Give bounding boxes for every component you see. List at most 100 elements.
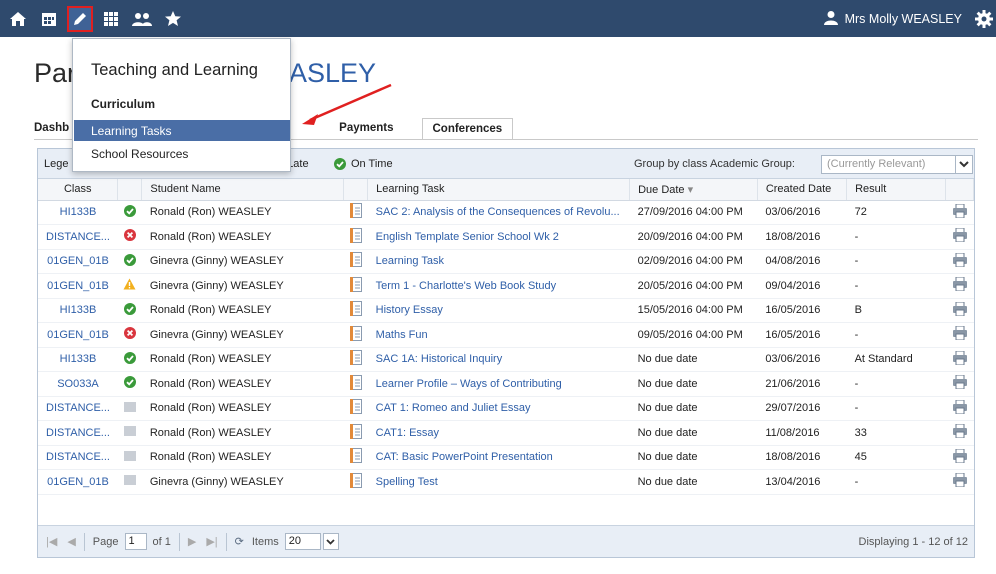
row-task-link[interactable]: History Essay	[367, 298, 630, 323]
row-task-link[interactable]: Learning Task	[367, 249, 630, 274]
items-per-page-select[interactable]: 20	[284, 533, 321, 550]
document-icon	[343, 224, 368, 250]
col-student-name[interactable]: Student Name	[141, 179, 345, 201]
table-row[interactable]: DISTANCE... Ronald (Ron) WEASLEY CAT1: Ess…	[38, 420, 974, 446]
table-row[interactable]: DISTANCE... Ronald (Ron) WEASLEY CAT 1: Ro…	[38, 396, 974, 421]
document-icon	[343, 420, 368, 446]
print-icon[interactable]	[945, 322, 974, 348]
document-icon	[343, 371, 368, 397]
row-task-link[interactable]: SAC 1A: Historical Inquiry	[367, 347, 630, 372]
row-class[interactable]: DISTANCE...	[38, 224, 118, 250]
table-row[interactable]: HI133B Ronald (Ron) WEASLEY SAC 1A: Histor…	[38, 347, 974, 372]
row-result: At Standard	[846, 347, 946, 372]
row-due-date: No due date	[629, 347, 758, 372]
row-task-link[interactable]: SAC 2: Analysis of the Consequences of R…	[367, 200, 630, 225]
row-task-link[interactable]: English Template Senior School Wk 2	[367, 224, 630, 250]
page-label: Page	[92, 535, 119, 548]
no-status-icon	[117, 396, 142, 421]
table-row[interactable]: 01GEN_01B Ginevra (Ginny) WEASLEY Spelling…	[38, 469, 974, 495]
star-icon[interactable]	[160, 6, 186, 32]
print-icon[interactable]	[945, 200, 974, 225]
col-result[interactable]: Result	[846, 179, 947, 201]
row-due-date: No due date	[629, 396, 758, 421]
table-row[interactable]: SO033A Ronald (Ron) WEASLEY Learner Profil…	[38, 371, 974, 397]
print-icon[interactable]	[945, 420, 974, 446]
print-icon[interactable]	[945, 347, 974, 372]
pencil-icon[interactable]	[67, 5, 93, 32]
document-icon	[343, 469, 368, 495]
first-page-icon[interactable]: |◀	[46, 535, 57, 548]
row-class[interactable]: DISTANCE...	[38, 445, 118, 470]
next-page-icon[interactable]: ▶	[188, 535, 196, 548]
col-due-date-label: Due Date	[638, 183, 685, 196]
row-class[interactable]: 01GEN_01B	[38, 469, 118, 495]
tab-conferences[interactable]: Conferences	[421, 118, 514, 140]
people-icon[interactable]	[129, 6, 155, 32]
table-row[interactable]: HI133B Ronald (Ron) WEASLEY SAC 2: Analysi…	[38, 200, 974, 225]
grid-icon[interactable]	[98, 6, 124, 32]
row-result: -	[846, 469, 946, 495]
row-created-date: 03/06/2016	[757, 200, 847, 225]
row-task-link[interactable]: CAT 1: Romeo and Juliet Essay	[367, 396, 630, 421]
row-class[interactable]: HI133B	[38, 347, 118, 372]
row-class[interactable]: DISTANCE...	[38, 420, 118, 446]
row-task-link[interactable]: Maths Fun	[367, 322, 630, 348]
print-icon[interactable]	[945, 371, 974, 397]
prev-page-icon[interactable]: ◀	[67, 535, 75, 548]
col-learning-task[interactable]: Learning Task	[367, 179, 631, 201]
row-created-date: 16/05/2016	[757, 322, 847, 348]
table-row[interactable]: DISTANCE... Ronald (Ron) WEASLEY CAT: Basi…	[38, 445, 974, 470]
items-label: Items	[251, 535, 279, 548]
last-page-icon[interactable]: ▶|	[206, 535, 217, 548]
chevron-down-icon[interactable]	[955, 156, 972, 173]
home-icon[interactable]	[5, 6, 31, 32]
row-class[interactable]: SO033A	[38, 371, 118, 397]
table-row[interactable]: DISTANCE... Ronald (Ron) WEASLEY English T…	[38, 224, 974, 250]
table-row[interactable]: 01GEN_01B Ginevra (Ginny) WEASLEY Maths Fu…	[38, 322, 974, 348]
row-created-date: 13/04/2016	[757, 469, 847, 495]
table-row[interactable]: HI133B Ronald (Ron) WEASLEY History Essay 1…	[38, 298, 974, 323]
print-icon[interactable]	[945, 273, 974, 299]
menu-item-learning-tasks[interactable]: Learning Tasks	[74, 120, 290, 141]
col-class[interactable]: Class	[38, 179, 119, 201]
table-row[interactable]: 01GEN_01B Ginevra (Ginny) WEASLEY Learning…	[38, 249, 974, 274]
document-icon	[343, 200, 368, 225]
page-number-input[interactable]: 1	[124, 533, 147, 550]
row-task-link[interactable]: Spelling Test	[367, 469, 630, 495]
display-count: Displaying 1 - 12 of 12	[858, 535, 968, 548]
row-class[interactable]: HI133B	[38, 298, 118, 323]
print-icon[interactable]	[945, 249, 974, 274]
row-class[interactable]: 01GEN_01B	[38, 322, 118, 348]
print-icon[interactable]	[945, 224, 974, 250]
calendar-icon[interactable]	[36, 6, 62, 32]
gear-icon[interactable]	[974, 9, 994, 29]
items-per-page-value: 20	[288, 535, 302, 547]
row-due-date: 09/05/2016 04:00 PM	[629, 322, 758, 348]
row-result: -	[846, 371, 946, 397]
chevron-down-icon[interactable]	[322, 533, 339, 550]
print-icon[interactable]	[945, 469, 974, 495]
sort-desc-icon: ▾	[687, 183, 694, 196]
col-created-date[interactable]: Created Date	[757, 179, 848, 201]
group-by-class-toggle[interactable]: Group by class	[634, 158, 707, 170]
row-task-link[interactable]: CAT1: Essay	[367, 420, 630, 446]
refresh-icon[interactable]: ⟳	[235, 535, 244, 548]
row-task-link[interactable]: Term 1 - Charlotte's Web Book Study	[367, 273, 630, 299]
ontime-icon	[117, 347, 142, 372]
row-task-link[interactable]: Learner Profile – Ways of Contributing	[367, 371, 630, 397]
row-class[interactable]: 01GEN_01B	[38, 249, 118, 274]
menu-item-school-resources[interactable]: School Resources	[74, 143, 290, 164]
user-menu[interactable]: Mrs Molly WEASLEY	[823, 0, 962, 37]
ontime-icon	[117, 371, 142, 397]
print-icon[interactable]	[945, 298, 974, 323]
col-due-date[interactable]: Due Date ▾	[629, 179, 758, 201]
table-row[interactable]: 01GEN_01B Ginevra (Ginny) WEASLEY Term 1 -…	[38, 273, 974, 299]
print-icon[interactable]	[945, 396, 974, 421]
row-class[interactable]: DISTANCE...	[38, 396, 118, 421]
academic-group-select[interactable]: (Currently Relevant)	[821, 155, 973, 174]
row-class[interactable]: HI133B	[38, 200, 118, 225]
row-task-link[interactable]: CAT: Basic PowerPoint Presentation	[367, 445, 630, 470]
row-student: Ronald (Ron) WEASLEY	[141, 224, 344, 250]
print-icon[interactable]	[945, 445, 974, 470]
row-class[interactable]: 01GEN_01B	[38, 273, 118, 299]
